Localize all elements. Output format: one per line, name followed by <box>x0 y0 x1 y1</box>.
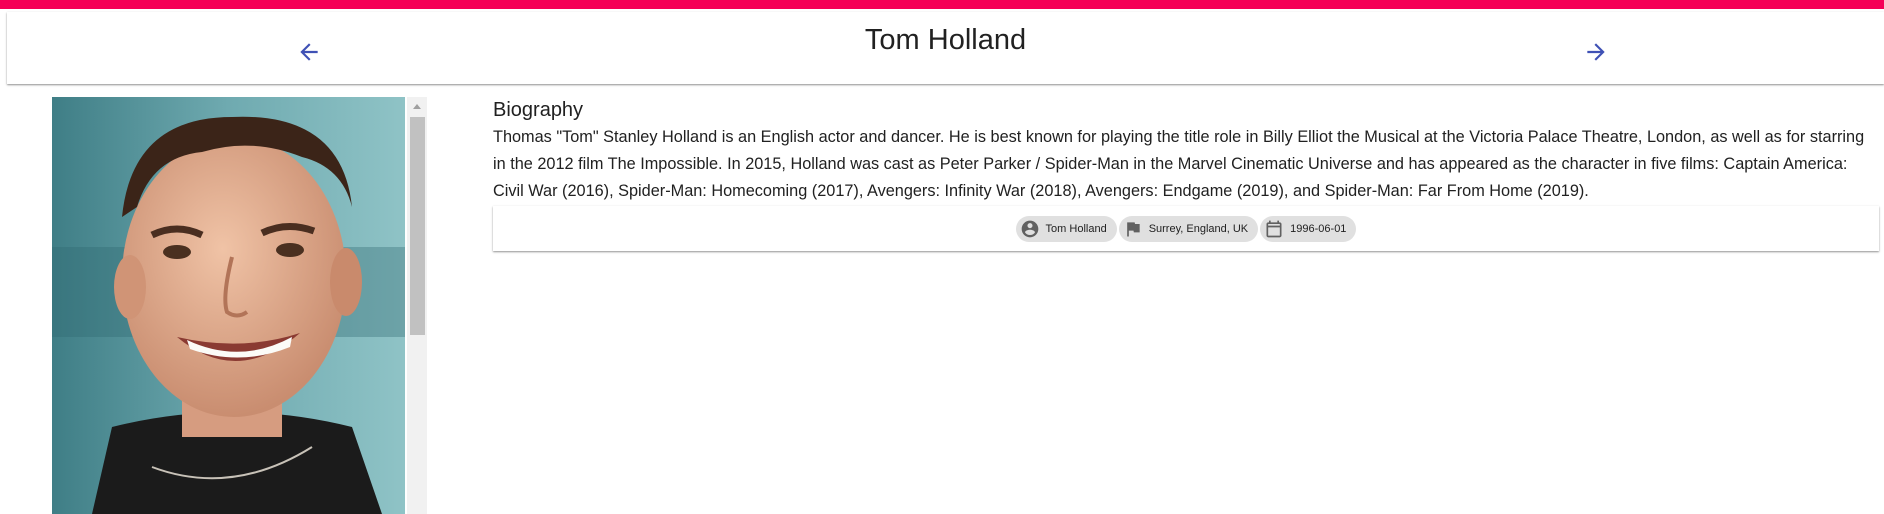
top-accent-bar <box>0 0 1884 9</box>
account-circle-icon <box>1021 220 1038 238</box>
info-chips: Tom Holland Surrey, England, UK 1996-06-… <box>493 216 1879 242</box>
birthplace-chip[interactable]: Surrey, England, UK <box>1118 216 1259 242</box>
biography-heading: Biography <box>493 99 584 121</box>
scrollbar-thumb[interactable] <box>410 117 425 335</box>
scroll-up-arrow-icon[interactable] <box>407 97 427 115</box>
flag-icon <box>1126 222 1140 237</box>
photo-scrollbar[interactable] <box>407 97 427 514</box>
header-bar: Tom Holland <box>7 12 1884 84</box>
arrow-right-icon <box>1587 43 1605 61</box>
birthday-chip-label: 1996-06-01 <box>1290 223 1347 235</box>
next-button[interactable] <box>1576 32 1616 72</box>
birthday-chip[interactable]: 1996-06-01 <box>1260 216 1357 242</box>
birthplace-chip-label: Surrey, England, UK <box>1148 223 1249 235</box>
name-chip[interactable]: Tom Holland <box>1015 216 1117 242</box>
profile-photo <box>52 97 405 514</box>
biography-text: Thomas "Tom" Stanley Holland is an Engli… <box>493 128 1865 200</box>
name-chip-label: Tom Holland <box>1045 223 1107 235</box>
info-chip-bar: Tom Holland Surrey, England, UK 1996-06-… <box>493 206 1879 251</box>
photo-panel <box>52 97 427 514</box>
calendar-icon <box>1266 220 1282 238</box>
